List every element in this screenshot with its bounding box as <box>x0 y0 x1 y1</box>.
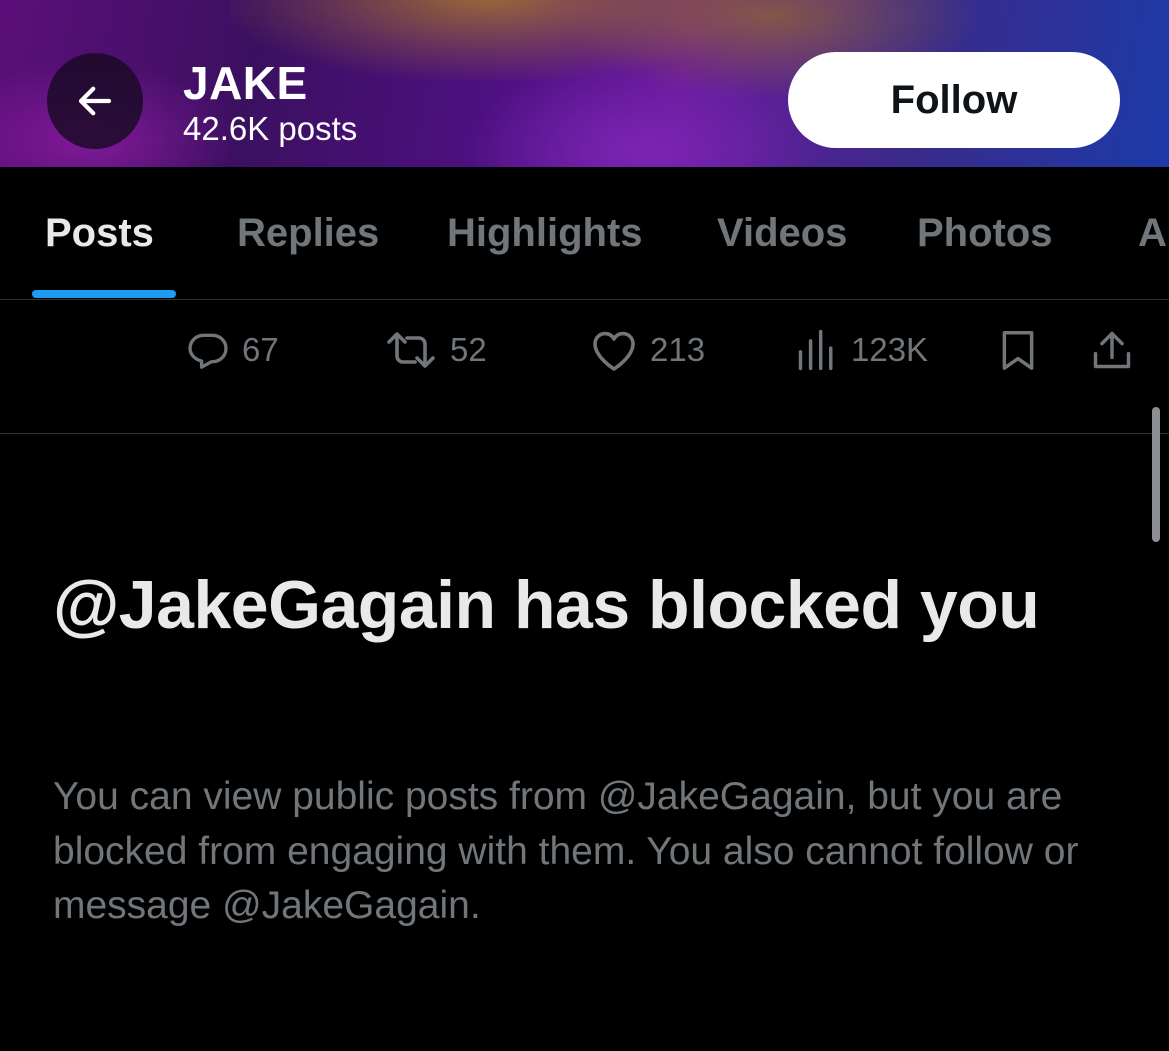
blocked-description: You can view public posts from @JakeGaga… <box>53 775 1079 927</box>
reply-icon <box>188 333 228 369</box>
views-action[interactable]: 123K <box>795 328 928 372</box>
analytics-icon <box>798 329 833 371</box>
tab-highlights[interactable]: Highlights <box>447 209 643 257</box>
tab-replies[interactable]: Replies <box>237 209 379 257</box>
repost-action[interactable]: 52 <box>384 328 487 372</box>
share-action[interactable] <box>1089 328 1135 372</box>
share-icon <box>1093 331 1131 369</box>
profile-tabs: Posts Replies Highlights Videos Photos A <box>0 167 1169 300</box>
post-action-bar: 67 52 213 123K <box>0 300 1169 434</box>
active-tab-indicator <box>32 290 176 298</box>
blocked-title: @JakeGagain has blocked you <box>53 567 1040 643</box>
post-count: 42.6K posts <box>183 110 358 147</box>
arrow-left-icon <box>78 86 112 116</box>
like-count: 213 <box>650 331 706 368</box>
like-action[interactable]: 213 <box>590 328 705 372</box>
scrollbar[interactable] <box>1152 407 1160 542</box>
reply-action[interactable]: 67 <box>186 328 279 372</box>
banner-glow <box>460 60 820 167</box>
heart-icon <box>593 331 635 371</box>
repost-count: 52 <box>450 331 487 368</box>
tab-videos[interactable]: Videos <box>717 209 847 257</box>
profile-title-block: JAKE 42.6K posts <box>183 58 357 148</box>
tab-posts[interactable]: Posts <box>45 209 154 257</box>
bookmark-action[interactable] <box>998 328 1038 372</box>
profile-header: JAKE 42.6K posts Follow <box>0 0 1169 167</box>
reply-count: 67 <box>242 331 279 368</box>
bookmark-icon <box>1002 331 1034 370</box>
profile-name: JAKE <box>183 57 308 109</box>
views-count: 123K <box>851 331 929 368</box>
tab-articles[interactable]: A <box>1138 209 1167 257</box>
tab-photos[interactable]: Photos <box>917 209 1053 257</box>
back-button[interactable] <box>47 53 143 149</box>
repost-icon <box>387 332 435 368</box>
follow-button[interactable]: Follow <box>788 52 1120 148</box>
